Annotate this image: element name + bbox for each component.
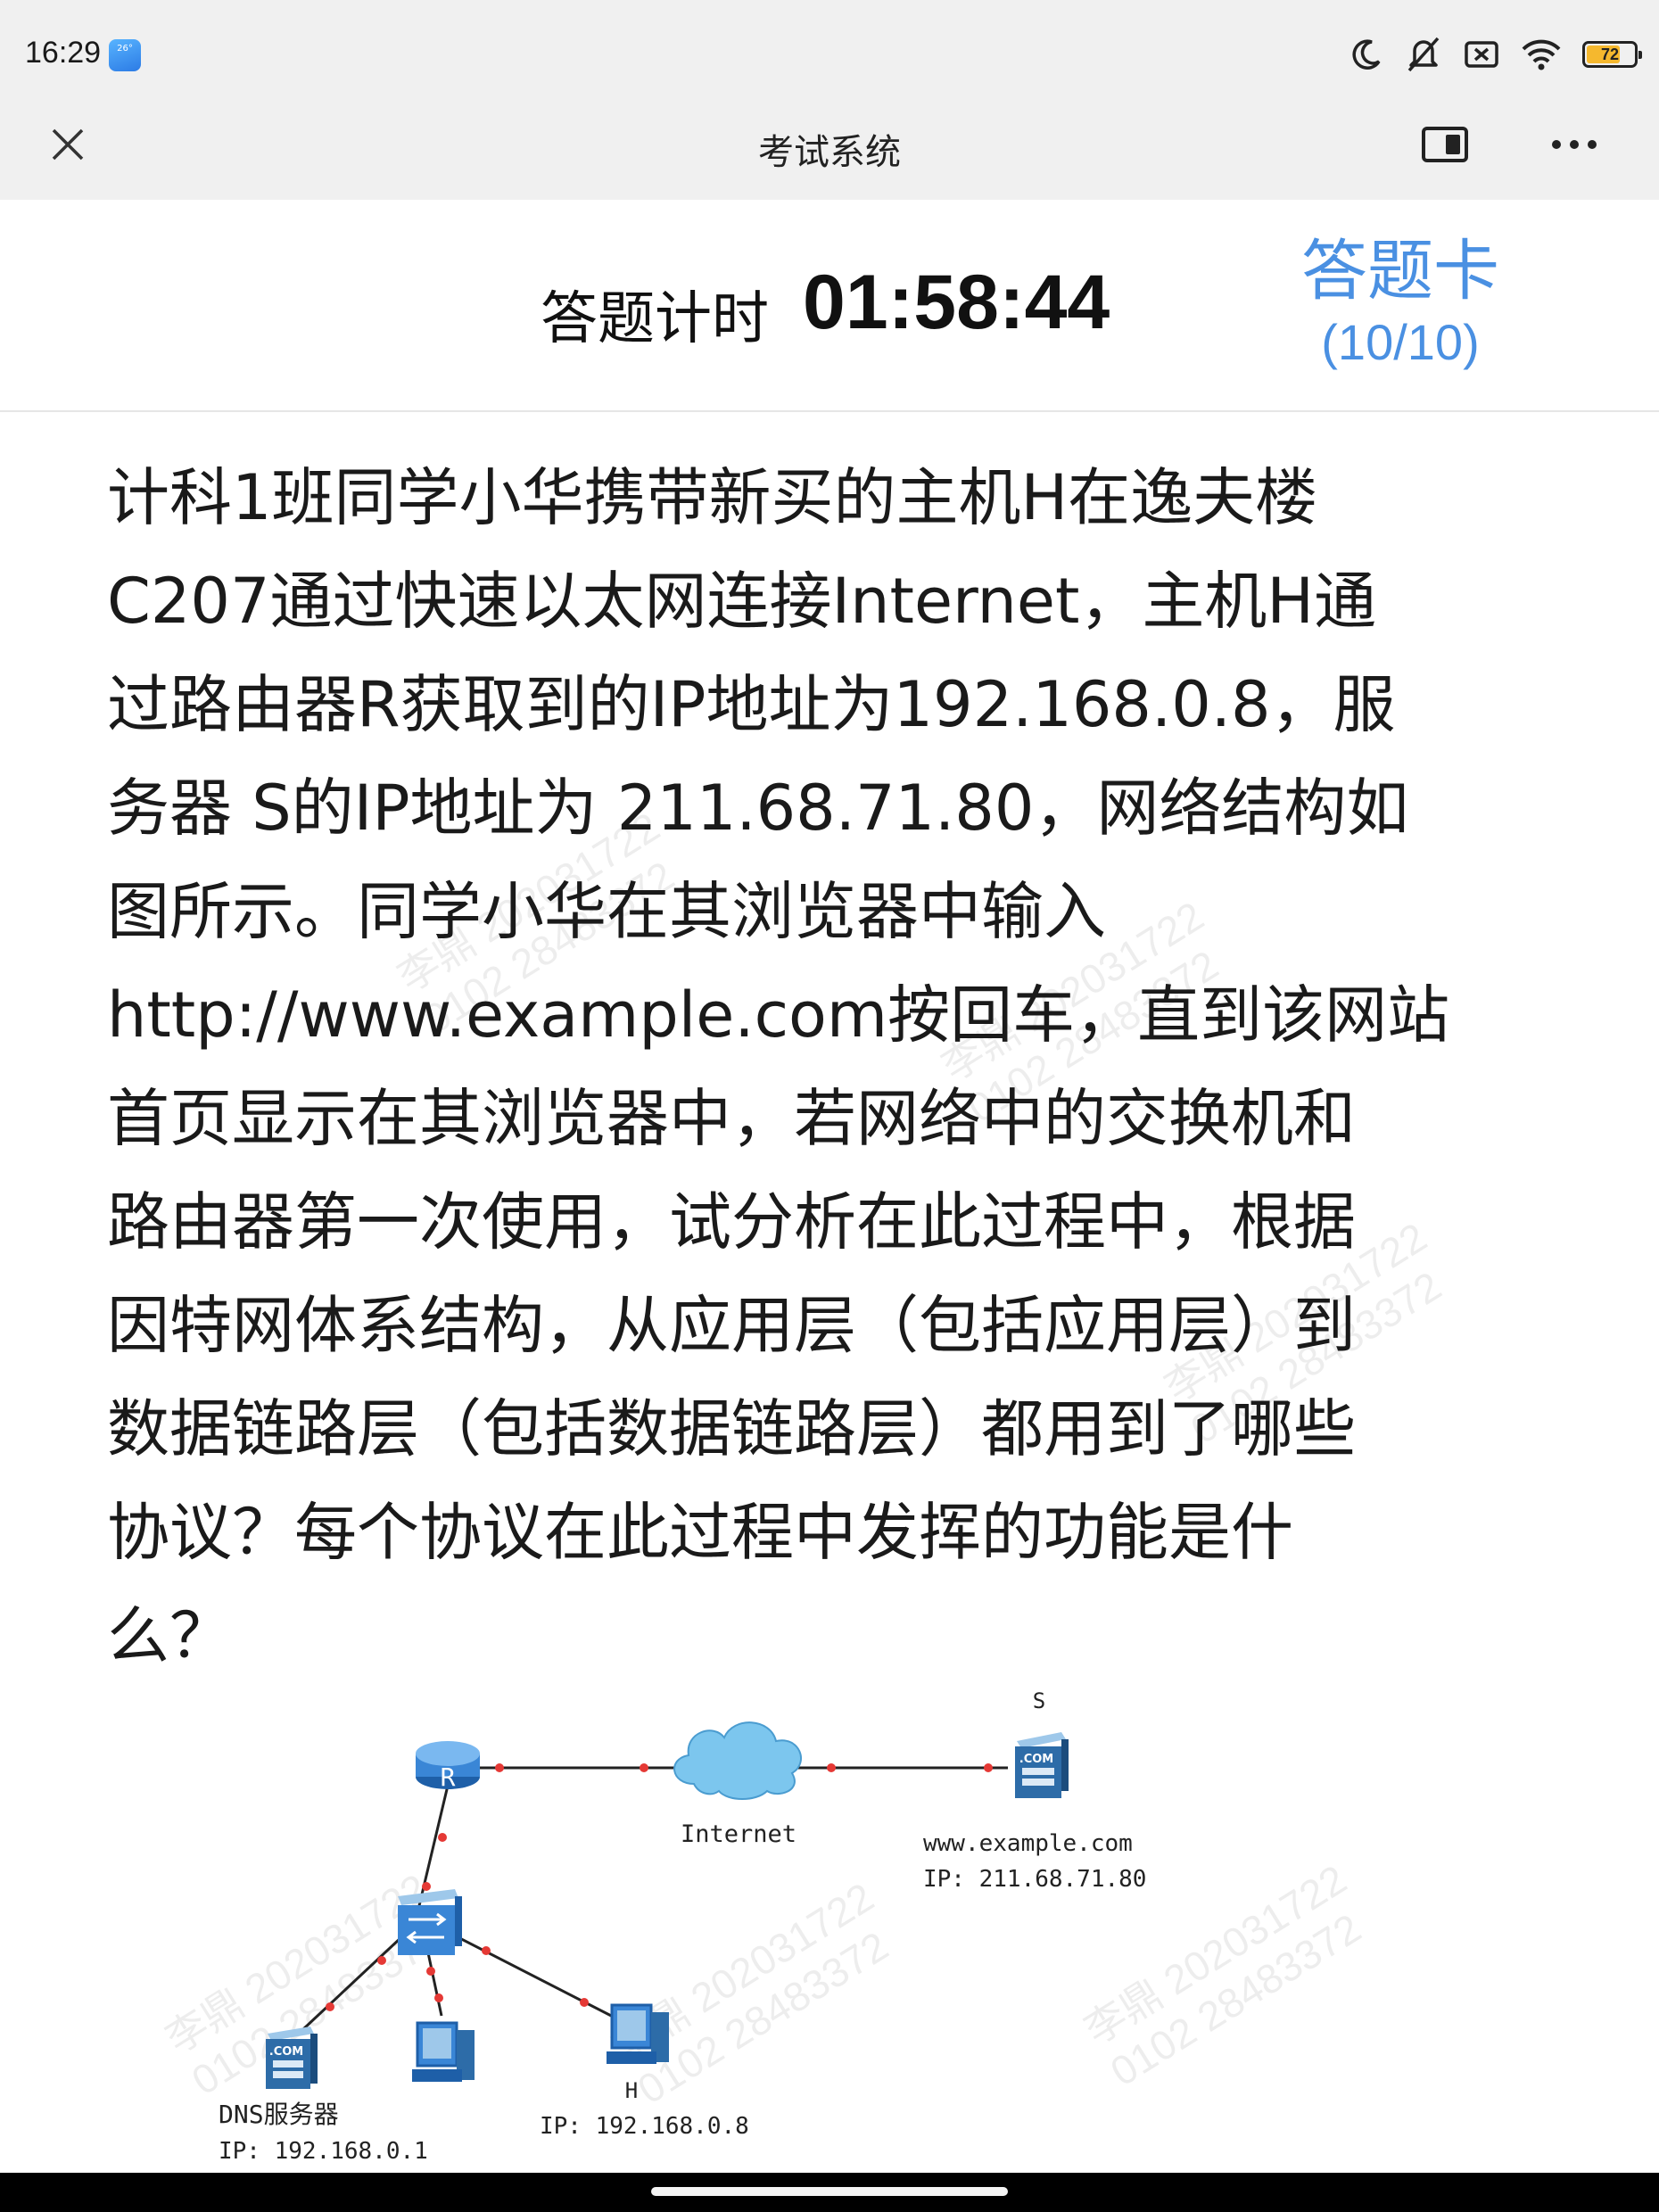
server-s-host: www.example.com	[923, 1830, 1133, 1857]
battery-icon: 72	[1582, 41, 1642, 68]
app-header: 考试系统	[0, 89, 1659, 200]
question-text: 计科1班同学小华携带新买的主机H在逸夫楼 C207通过快速以太网连接Intern…	[107, 461, 1450, 1672]
pc-icon	[412, 2021, 475, 2082]
dns-ip: IP: 192.168.0.1	[219, 2138, 428, 2165]
dns-badge: .COM	[269, 2045, 303, 2059]
split-view-icon	[1422, 127, 1468, 162]
home-indicator[interactable]	[651, 2187, 1008, 2196]
more-icon	[1552, 140, 1597, 149]
web-server-icon: .COM	[1015, 1732, 1069, 1798]
network-diagram: R Internet S .COM www.example.com IP: 21…	[219, 1688, 1146, 2165]
switch-icon	[398, 1889, 462, 1955]
link-switch-dns	[301, 1936, 403, 2031]
timer-value: 01:58:44	[803, 260, 1110, 345]
host-h-icon	[607, 2003, 669, 2064]
dns-label: DNS服务器	[219, 2100, 339, 2129]
answer-card-button[interactable]: 答题卡 (10/10)	[1284, 235, 1516, 371]
status-icons: 72	[1349, 32, 1642, 77]
server-s-badge: .COM	[1019, 1753, 1053, 1766]
status-time: 16:29	[25, 36, 102, 70]
wifi-icon	[1522, 39, 1561, 70]
server-s-ip: IP: 211.68.71.80	[923, 1866, 1146, 1893]
dns-server-icon: .COM	[266, 2026, 318, 2089]
split-view-button[interactable]	[1418, 120, 1472, 169]
router-icon: R	[416, 1741, 480, 1792]
cloud-icon	[673, 1721, 802, 1800]
answer-card-progress: (10/10)	[1321, 314, 1480, 371]
moon-icon	[1352, 39, 1381, 70]
weather-icon: 26°	[109, 39, 141, 71]
server-s-label: S	[1033, 1688, 1045, 1713]
timer-label: 答题计时	[541, 286, 769, 352]
sim-off-icon	[1465, 41, 1498, 68]
app-title: 考试系统	[758, 132, 901, 173]
link-switch-host	[436, 1925, 621, 2022]
nav-bar	[0, 2173, 1659, 2212]
battery-level: 72	[1600, 45, 1620, 63]
timer-bar: 答题计时 01:58:44 答题卡 (10/10)	[0, 200, 1659, 412]
host-h-ip: IP: 192.168.0.8	[540, 2113, 749, 2140]
answer-card-label: 答题卡	[1301, 233, 1499, 310]
router-label: R	[441, 1762, 456, 1792]
mute-icon	[1407, 37, 1440, 72]
more-button[interactable]	[1543, 120, 1605, 169]
host-h-label: H	[625, 2078, 638, 2103]
cloud-label: Internet	[681, 1820, 796, 1848]
